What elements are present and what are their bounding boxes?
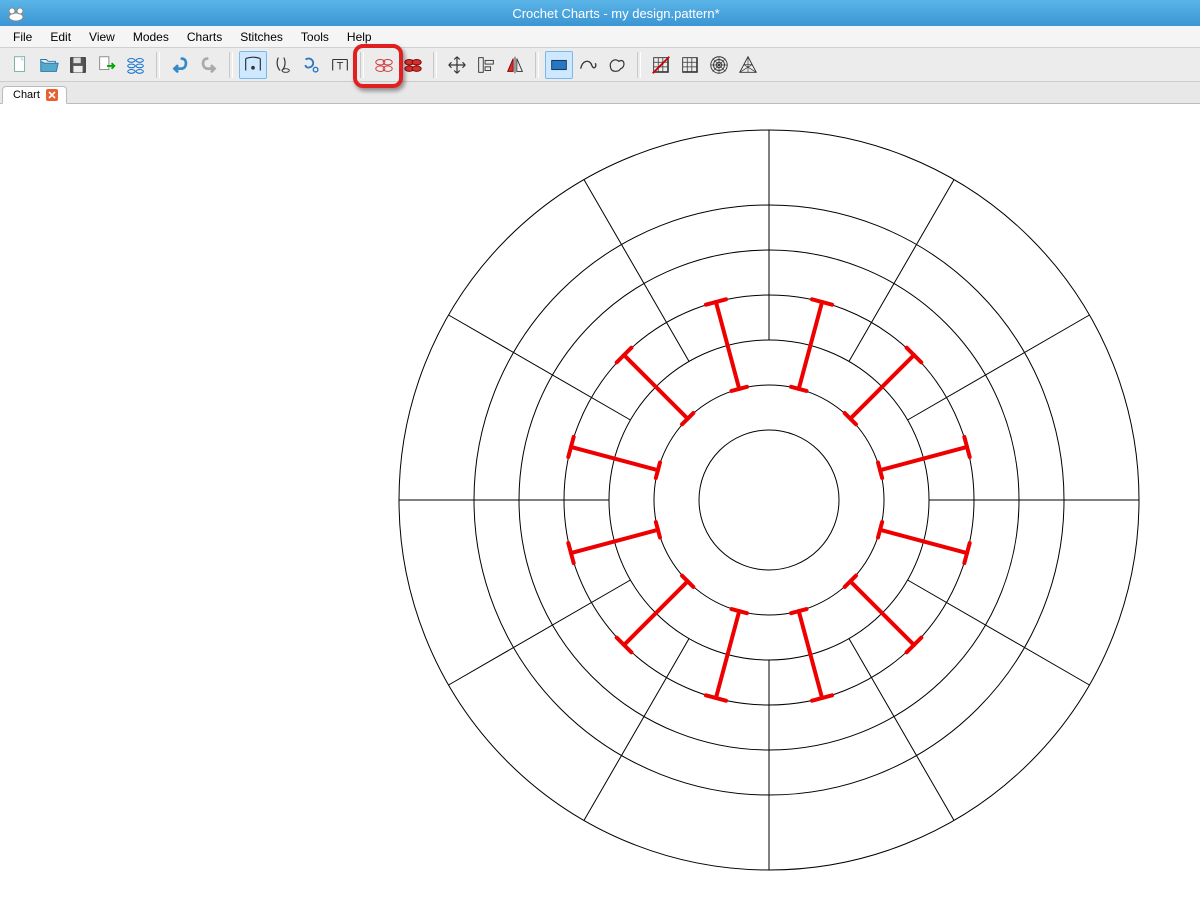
polar-grid-button[interactable] (705, 51, 733, 79)
tab-label: Chart (13, 89, 40, 101)
tab-chart[interactable]: Chart (2, 86, 67, 104)
stitch-list-button[interactable] (122, 51, 150, 79)
menu-edit[interactable]: Edit (41, 28, 80, 46)
new-file-button[interactable] (6, 51, 34, 79)
titlebar: Crochet Charts - my design.pattern* (0, 0, 1200, 26)
menu-help[interactable]: Help (338, 28, 381, 46)
close-icon[interactable] (46, 89, 58, 101)
text-tool-button[interactable]: T (326, 51, 354, 79)
svg-text:T: T (337, 60, 344, 72)
tabbar: Chart (0, 82, 1200, 104)
export-file-button[interactable] (93, 51, 121, 79)
chart-canvas[interactable] (0, 104, 1200, 915)
fill-color-tool-button[interactable] (545, 51, 573, 79)
menu-charts[interactable]: Charts (178, 28, 231, 46)
menu-file[interactable]: File (4, 28, 41, 46)
app-icon (6, 3, 26, 23)
menu-modes[interactable]: Modes (124, 28, 178, 46)
undo-button[interactable] (166, 51, 194, 79)
curve-tool-button[interactable] (574, 51, 602, 79)
stitch-tool-button[interactable] (268, 51, 296, 79)
selection-tool-button[interactable] (239, 51, 267, 79)
color-fg-button[interactable] (370, 51, 398, 79)
menu-tools[interactable]: Tools (292, 28, 338, 46)
move-tool-button[interactable] (443, 51, 471, 79)
shape-tool-button[interactable] (603, 51, 631, 79)
custom-stitch-tool-button[interactable] (297, 51, 325, 79)
menubar: File Edit View Modes Charts Stitches Too… (0, 26, 1200, 48)
align-tool-button[interactable] (472, 51, 500, 79)
menu-stitches[interactable]: Stitches (231, 28, 292, 46)
redo-button[interactable] (195, 51, 223, 79)
triangle-grid-button[interactable] (734, 51, 762, 79)
save-file-button[interactable] (64, 51, 92, 79)
grid-show-button[interactable] (676, 51, 704, 79)
open-file-button[interactable] (35, 51, 63, 79)
mirror-tool-button[interactable] (501, 51, 529, 79)
color-bg-button[interactable] (399, 51, 427, 79)
grid-toggle-button[interactable] (647, 51, 675, 79)
toolbar: T (0, 48, 1200, 82)
menu-view[interactable]: View (80, 28, 124, 46)
window-title: Crochet Charts - my design.pattern* (32, 6, 1200, 21)
